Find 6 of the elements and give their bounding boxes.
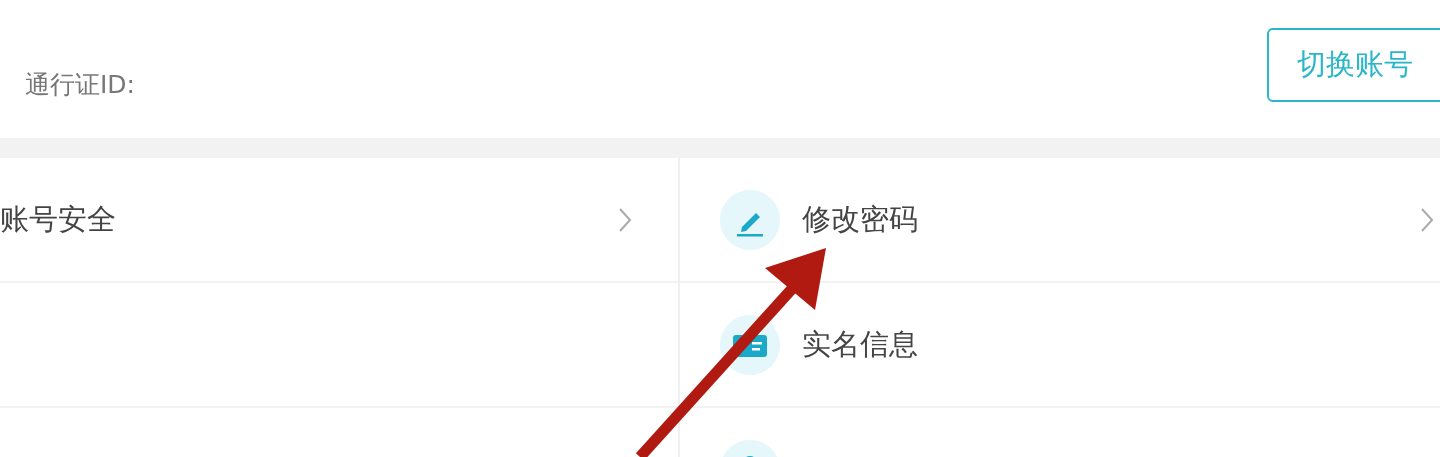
passport-id-label: 通行证ID: xyxy=(25,69,136,101)
chevron-right-icon xyxy=(1420,206,1434,233)
menu-item-label[interactable]: 账号安全 xyxy=(0,199,618,240)
menu-item-label[interactable]: 修改密码 xyxy=(802,199,1420,240)
menu-item-label[interactable]: 实名信息 xyxy=(802,324,1434,365)
chevron-right-icon xyxy=(618,206,632,233)
